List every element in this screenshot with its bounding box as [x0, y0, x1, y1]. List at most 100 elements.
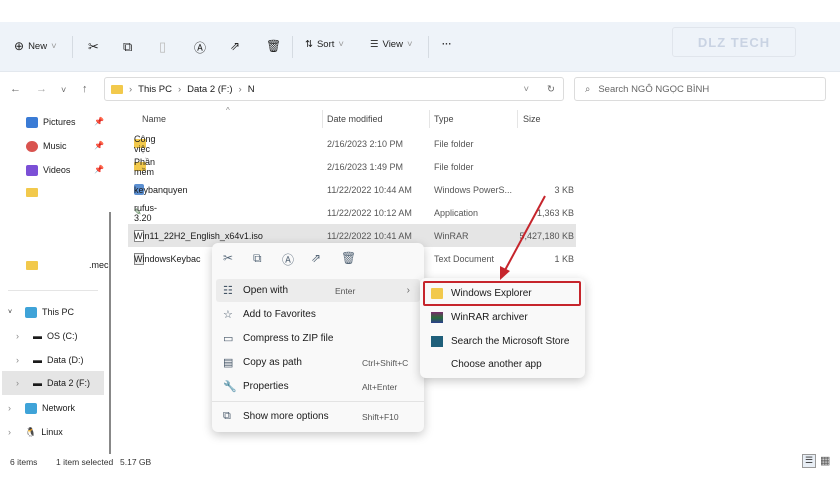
menu-item-copy-path[interactable]: ▤ Copy as path Ctrl+Shift+C [216, 351, 420, 374]
selection-info: 1 item selected [56, 457, 114, 467]
copy-path-icon: ▤ [223, 357, 234, 369]
music-icon [26, 140, 38, 152]
breadcrumb-this-pc[interactable]: This PC [138, 84, 172, 95]
details-view-button[interactable]: ☰ [802, 454, 816, 468]
chevron-down-icon: ˅ [8, 308, 13, 316]
context-menu: ✂ ⧉ Ⓐ ⇗ 🗑 ☷ Open with Enter › ☆ Add to Favor… [212, 243, 424, 432]
menu-item-compress-zip[interactable]: ▭ Compress to ZIP file [216, 327, 420, 350]
menu-item-add-favorites[interactable]: ☆ Add to Favorites [216, 303, 420, 326]
divider [517, 110, 518, 128]
search-icon: ⌕ [585, 83, 591, 95]
address-history-icon[interactable]: ˅ [523, 84, 529, 95]
rename-icon: Ⓐ [194, 41, 207, 55]
annotation-arrow [500, 195, 546, 280]
sidebar-item-network[interactable]: › Network [8, 398, 75, 418]
copy-button[interactable]: ⧉ [123, 39, 132, 55]
share-button[interactable]: ⇗ [230, 39, 240, 53]
share-icon: ⇗ [230, 39, 241, 53]
status-bar: 6 items 1 item selected 5.17 GB ☰ ▦ [0, 454, 840, 470]
more-options-button[interactable]: ··· [442, 39, 452, 50]
submenu-item-choose-app[interactable]: Choose another app [424, 353, 581, 375]
recent-locations-button[interactable]: ˅ [61, 85, 66, 95]
chevron-right-icon: › [16, 378, 19, 388]
up-button[interactable]: ↑ [82, 83, 88, 95]
chevron-right-icon: › [8, 403, 11, 413]
watermark-logo: DLZ TECH [672, 27, 796, 57]
drive-icon: ▬ [33, 378, 42, 388]
sidebar-item-videos[interactable]: Videos [26, 160, 70, 180]
copy-icon: ⧉ [123, 39, 133, 54]
submenu-item-microsoft-store[interactable]: Search the Microsoft Store [424, 330, 581, 352]
rename-button[interactable]: Ⓐ [194, 39, 206, 56]
store-icon [431, 335, 443, 347]
chevron-right-icon: › [406, 285, 410, 296]
column-header-size[interactable]: Size [523, 114, 541, 124]
copy-icon[interactable]: ⧉ [253, 251, 262, 266]
share-icon[interactable]: ⇗ [311, 251, 321, 265]
sort-button[interactable]: ⇅ Sort ˅ [305, 39, 344, 50]
cut-button[interactable]: ✂ [88, 39, 99, 55]
sidebar-item-os-c[interactable]: › ▬ OS (C:) [16, 326, 78, 346]
sort-icon: ⇅ [305, 39, 313, 50]
search-input[interactable]: ⌕ Search NGÔ NGỌC BÌNH [574, 77, 826, 101]
sort-ascending-icon: ^ [226, 106, 230, 115]
clipboard-icon: ▯ [159, 39, 167, 54]
back-button[interactable]: ← [10, 83, 21, 95]
wrench-icon: 🔧 [223, 381, 237, 393]
divider [292, 36, 293, 58]
linux-icon: 🐧 [25, 426, 37, 437]
delete-icon[interactable]: 🗑 [341, 251, 356, 265]
tiles-view-button[interactable]: ▦ [820, 454, 830, 467]
chevron-right-icon: › [8, 427, 11, 437]
column-header-name[interactable]: Name [142, 114, 166, 124]
pin-icon: 📌 [94, 117, 104, 126]
cut-icon[interactable]: ✂ [223, 251, 233, 265]
scissors-icon: ✂ [88, 39, 99, 54]
address-bar[interactable]: › This PC › Data 2 (F:) › N ˅ ↻ [104, 77, 564, 101]
paste-button[interactable]: ▯ [159, 39, 166, 55]
computer-icon [25, 306, 37, 318]
navigation-pane: Pictures 📌 Music 📌 Videos 📌 .mec ˅ This P… [0, 108, 112, 454]
file-row[interactable]: Công việc 2/16/2023 2:10 PM File folder [128, 132, 576, 155]
divider [212, 401, 424, 402]
breadcrumb-folder[interactable]: N [248, 84, 255, 95]
item-count: 6 items [10, 457, 38, 467]
forward-button[interactable]: → [36, 83, 47, 95]
drive-icon: ▬ [33, 355, 42, 365]
sidebar-item-folder[interactable]: .mec [26, 255, 109, 275]
delete-button[interactable]: 🗑 [266, 39, 281, 53]
sidebar-item-linux[interactable]: › 🐧 Linux [8, 422, 63, 442]
divider [322, 110, 323, 128]
file-row[interactable]: Phần mềm 2/16/2023 1:49 PM File folder [128, 155, 576, 178]
view-button[interactable]: ☰ View ˅ [370, 39, 413, 50]
new-button[interactable]: ⊕ New ˅ [14, 39, 57, 53]
sidebar-item-data2-f[interactable]: › ▬ Data 2 (F:) [16, 373, 90, 393]
breadcrumb-data2[interactable]: Data 2 (F:) [187, 84, 232, 95]
videos-icon [26, 164, 38, 176]
divider [72, 36, 73, 58]
divider [8, 290, 98, 291]
chevron-right-icon: › [16, 331, 19, 341]
divider [429, 110, 430, 128]
rename-icon[interactable]: Ⓐ [282, 251, 294, 268]
column-header-type[interactable]: Type [434, 114, 454, 124]
zip-icon: ▭ [223, 333, 234, 345]
selection-size: 5.17 GB [120, 457, 152, 467]
sidebar-item-music[interactable]: Music [26, 136, 67, 156]
sidebar-item-this-pc[interactable]: ˅ This PC [8, 302, 74, 322]
sidebar-item-data-d[interactable]: › ▬ Data (D:) [16, 350, 84, 370]
refresh-icon[interactable]: ↻ [547, 84, 555, 95]
plus-icon: ⊕ [14, 39, 25, 53]
more-options-icon: ⧉ [223, 410, 231, 422]
submenu-item-winrar[interactable]: WinRAR archiver [424, 306, 581, 328]
menu-item-show-more-options[interactable]: ⧉ Show more options Shift+F10 [216, 405, 420, 428]
sidebar-item-pictures[interactable]: Pictures [26, 112, 76, 132]
column-header-date[interactable]: Date modified [327, 114, 383, 124]
folder-icon [26, 260, 38, 270]
chevron-right-icon: › [16, 355, 19, 365]
drive-icon: ▬ [33, 331, 42, 341]
open-with-icon: ☷ [223, 285, 233, 297]
menu-item-open-with[interactable]: ☷ Open with Enter › [216, 279, 420, 302]
menu-item-properties[interactable]: 🔧 Properties Alt+Enter [216, 375, 420, 398]
sidebar-scrollbar[interactable] [109, 212, 111, 454]
